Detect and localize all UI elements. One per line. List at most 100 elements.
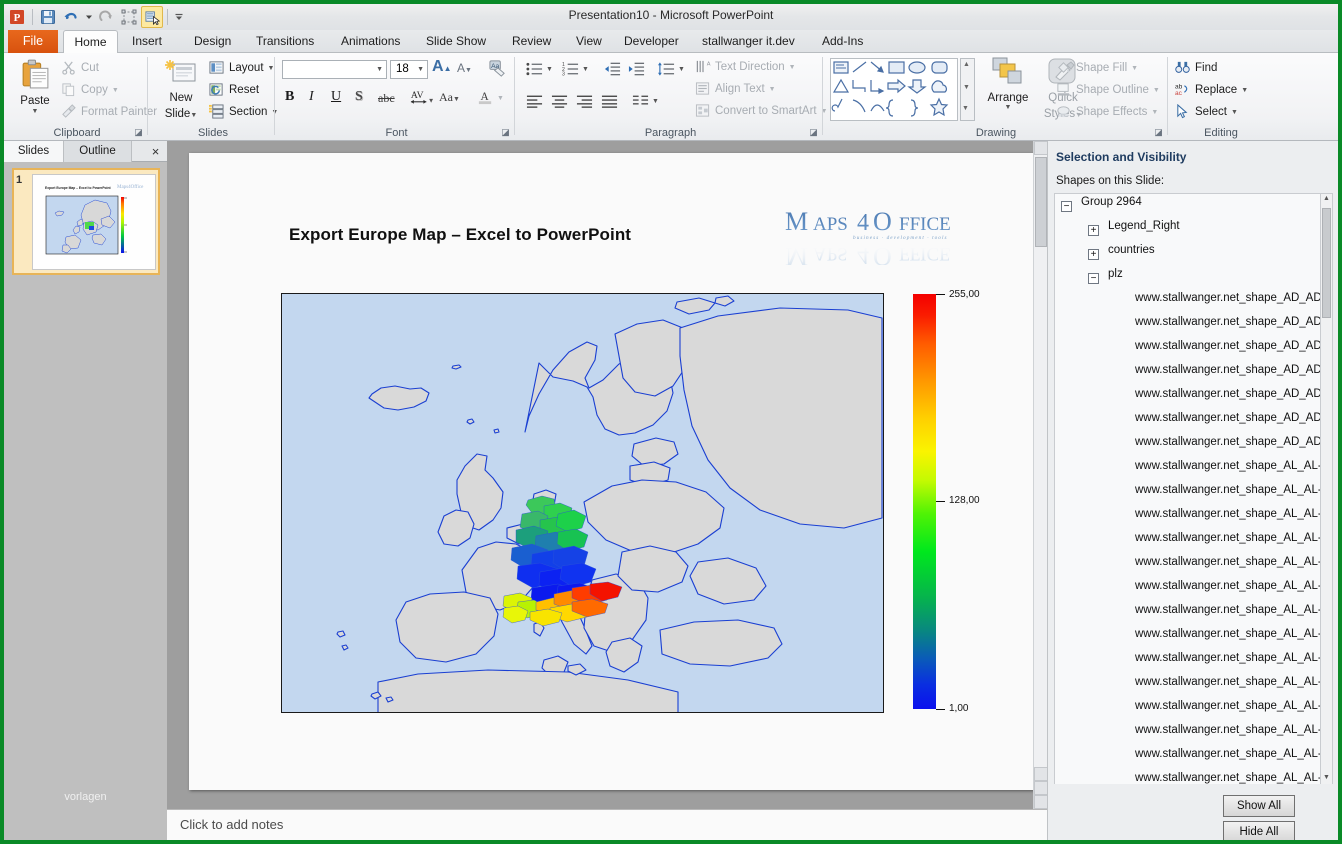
shapes-more-icon[interactable]: ▼ xyxy=(962,105,969,112)
clear-formatting-button[interactable]: Aa xyxy=(488,59,507,83)
scroll-up-icon[interactable] xyxy=(1034,141,1048,155)
change-case-button[interactable]: Aa▼ xyxy=(439,90,460,105)
shapes-gallery-scrollbar[interactable]: ▲ ▼ ▼ xyxy=(960,58,975,121)
list-item[interactable]: www.stallwanger.net_shape_AL_AL-40 xyxy=(1135,652,1332,676)
increase-indent-button[interactable] xyxy=(628,61,645,82)
arrange-dropdown-icon[interactable]: ▼ xyxy=(980,104,1036,111)
layout-button[interactable]: Layout ▼ xyxy=(209,60,274,76)
slide-title[interactable]: Export Europe Map – Excel to PowerPoint xyxy=(289,225,631,245)
layout-dropdown-icon[interactable]: ▼ xyxy=(268,65,275,72)
new-slide-dropdown-icon[interactable]: ▼ xyxy=(190,112,197,119)
font-color-dropdown-icon[interactable]: ▼ xyxy=(497,95,504,102)
expand-icon-legend-right[interactable]: + xyxy=(1088,225,1099,236)
tab-slides[interactable]: Slides xyxy=(4,141,64,162)
list-item[interactable]: www.stallwanger.net_shape_AL_AL-10 xyxy=(1135,460,1332,484)
slide-canvas[interactable]: Export Europe Map – Excel to PowerPoint … xyxy=(189,153,1034,790)
shrink-font-button[interactable]: A▼ xyxy=(457,61,472,75)
line-spacing-button[interactable] xyxy=(658,61,675,82)
list-item[interactable]: www.stallwanger.net_shape_AL_AL-43 xyxy=(1135,676,1332,700)
list-item[interactable]: www.stallwanger.net_shape_AD_AD-60 xyxy=(1135,412,1332,436)
bullets-button[interactable] xyxy=(526,61,543,82)
show-all-button[interactable]: Show All xyxy=(1223,795,1295,817)
shapes-gallery[interactable] xyxy=(830,58,958,121)
list-item[interactable]: www.stallwanger.net_shape_AD_AD-40 xyxy=(1135,364,1332,388)
replace-button[interactable]: abac Replace ▼ xyxy=(1175,82,1248,98)
list-item[interactable]: www.stallwanger.net_shape_AL_AL-44 xyxy=(1135,700,1332,724)
bold-button[interactable]: B xyxy=(285,89,294,105)
tree-node-plz[interactable]: − plz xyxy=(1108,268,1123,292)
select-button[interactable]: Select ▼ xyxy=(1175,104,1238,120)
clipboard-dialog-launcher[interactable]: ◪ xyxy=(133,127,144,138)
tree-node-group[interactable]: − Group 2964 xyxy=(1081,196,1142,220)
text-shadow-button[interactable]: S xyxy=(355,89,363,105)
tab-design[interactable]: Design xyxy=(184,30,241,53)
font-size-input[interactable]: 18 ▼ xyxy=(390,60,428,79)
list-item[interactable]: www.stallwanger.net_shape_AD_AD-50 xyxy=(1135,388,1332,412)
list-item[interactable]: www.stallwanger.net_shape_AD_AD-30 xyxy=(1135,340,1332,364)
numbering-button[interactable]: 123 xyxy=(562,61,579,82)
pane-scrollbar-thumb[interactable] xyxy=(1322,208,1331,318)
map-color-legend[interactable]: 255,00 128,00 1,00 xyxy=(913,289,1013,721)
hide-all-button[interactable]: Hide All xyxy=(1223,821,1295,840)
list-item[interactable]: www.stallwanger.net_shape_AD_AD-70 xyxy=(1135,436,1332,460)
select-dropdown-icon[interactable]: ▼ xyxy=(1231,109,1238,116)
section-button[interactable]: Section ▼ xyxy=(209,104,278,120)
replace-dropdown-icon[interactable]: ▼ xyxy=(1241,87,1248,94)
line-spacing-dropdown-icon[interactable]: ▼ xyxy=(678,66,685,73)
bullets-dropdown-icon[interactable]: ▼ xyxy=(546,66,553,73)
tab-view[interactable]: View xyxy=(566,30,612,53)
shapes-tree[interactable]: − Group 2964 + Legend_Right + countries … xyxy=(1054,193,1332,787)
tab-file[interactable]: File xyxy=(8,30,58,53)
shapes-scroll-up-icon[interactable]: ▲ xyxy=(963,61,970,68)
font-color-button[interactable]: A xyxy=(477,88,494,111)
list-item[interactable]: www.stallwanger.net_shape_AL_AL-30 xyxy=(1135,556,1332,580)
expand-icon-countries[interactable]: + xyxy=(1088,249,1099,260)
list-item[interactable]: www.stallwanger.net_shape_AD_AD-20 xyxy=(1135,316,1332,340)
tab-home[interactable]: Home xyxy=(63,30,118,54)
slide-thumbnail-1[interactable]: 1 Export Europe Map – Excel to PowerPoin… xyxy=(12,168,160,275)
font-name-input[interactable]: ▼ xyxy=(282,60,387,79)
new-slide-button[interactable]: New Slide▼ xyxy=(159,59,203,122)
list-item[interactable]: www.stallwanger.net_shape_AL_AL-35 xyxy=(1135,628,1332,652)
drawing-dialog-launcher[interactable]: ◪ xyxy=(1153,127,1164,138)
tab-outline[interactable]: Outline xyxy=(64,141,132,162)
tab-review[interactable]: Review xyxy=(502,30,561,53)
tab-transitions[interactable]: Transitions xyxy=(246,30,324,53)
scrollbar-thumb[interactable] xyxy=(1035,157,1047,247)
collapse-icon-plz[interactable]: − xyxy=(1088,273,1099,284)
align-left-button[interactable] xyxy=(526,94,543,113)
shapes-scroll-down-icon[interactable]: ▼ xyxy=(963,84,970,91)
paragraph-dialog-launcher[interactable]: ◪ xyxy=(808,127,819,138)
columns-button[interactable] xyxy=(632,94,649,113)
list-item[interactable]: www.stallwanger.net_shape_AL_AL-33 xyxy=(1135,580,1332,604)
list-item[interactable]: www.stallwanger.net_shape_AL_AL-34 xyxy=(1135,604,1332,628)
reset-button[interactable]: Reset xyxy=(209,82,259,98)
notes-pane[interactable]: Click to add notes xyxy=(167,809,1047,840)
scroll-down-icon[interactable] xyxy=(1034,767,1048,781)
stage-vertical-scrollbar[interactable] xyxy=(1033,141,1047,809)
next-slide-button[interactable] xyxy=(1034,795,1048,809)
close-icon[interactable]: × xyxy=(148,144,163,159)
pane-vertical-scrollbar[interactable]: ▲ ▼ xyxy=(1320,193,1333,787)
grow-font-button[interactable]: A▲ xyxy=(432,58,451,76)
tree-node-legend-right[interactable]: + Legend_Right xyxy=(1108,220,1180,244)
justify-button[interactable] xyxy=(601,94,618,113)
align-center-button[interactable] xyxy=(551,94,568,113)
list-item[interactable]: www.stallwanger.net_shape_AL_AL-45 xyxy=(1135,724,1332,748)
tab-stallwanger-itdev[interactable]: stallwanger it.dev xyxy=(692,30,805,53)
underline-button[interactable]: U xyxy=(331,89,341,105)
paste-button[interactable]: Paste ▼ xyxy=(12,57,58,115)
strikethrough-button[interactable]: abc xyxy=(378,91,395,106)
list-item[interactable]: www.stallwanger.net_shape_AL_AL-15 xyxy=(1135,484,1332,508)
align-right-button[interactable] xyxy=(576,94,593,113)
collapse-icon-group[interactable]: − xyxy=(1061,201,1072,212)
list-item[interactable]: www.stallwanger.net_shape_AL_AL-46 xyxy=(1135,748,1332,772)
europe-map[interactable] xyxy=(281,293,884,713)
tab-add-ins[interactable]: Add-Ins xyxy=(812,30,873,53)
numbering-dropdown-icon[interactable]: ▼ xyxy=(582,66,589,73)
list-item[interactable]: www.stallwanger.net_shape_AL_AL-20 xyxy=(1135,508,1332,532)
previous-slide-button[interactable] xyxy=(1034,781,1048,795)
font-size-dropdown-icon[interactable]: ▼ xyxy=(417,66,424,73)
italic-button[interactable]: I xyxy=(309,89,314,105)
character-spacing-button[interactable]: AV xyxy=(409,87,434,112)
